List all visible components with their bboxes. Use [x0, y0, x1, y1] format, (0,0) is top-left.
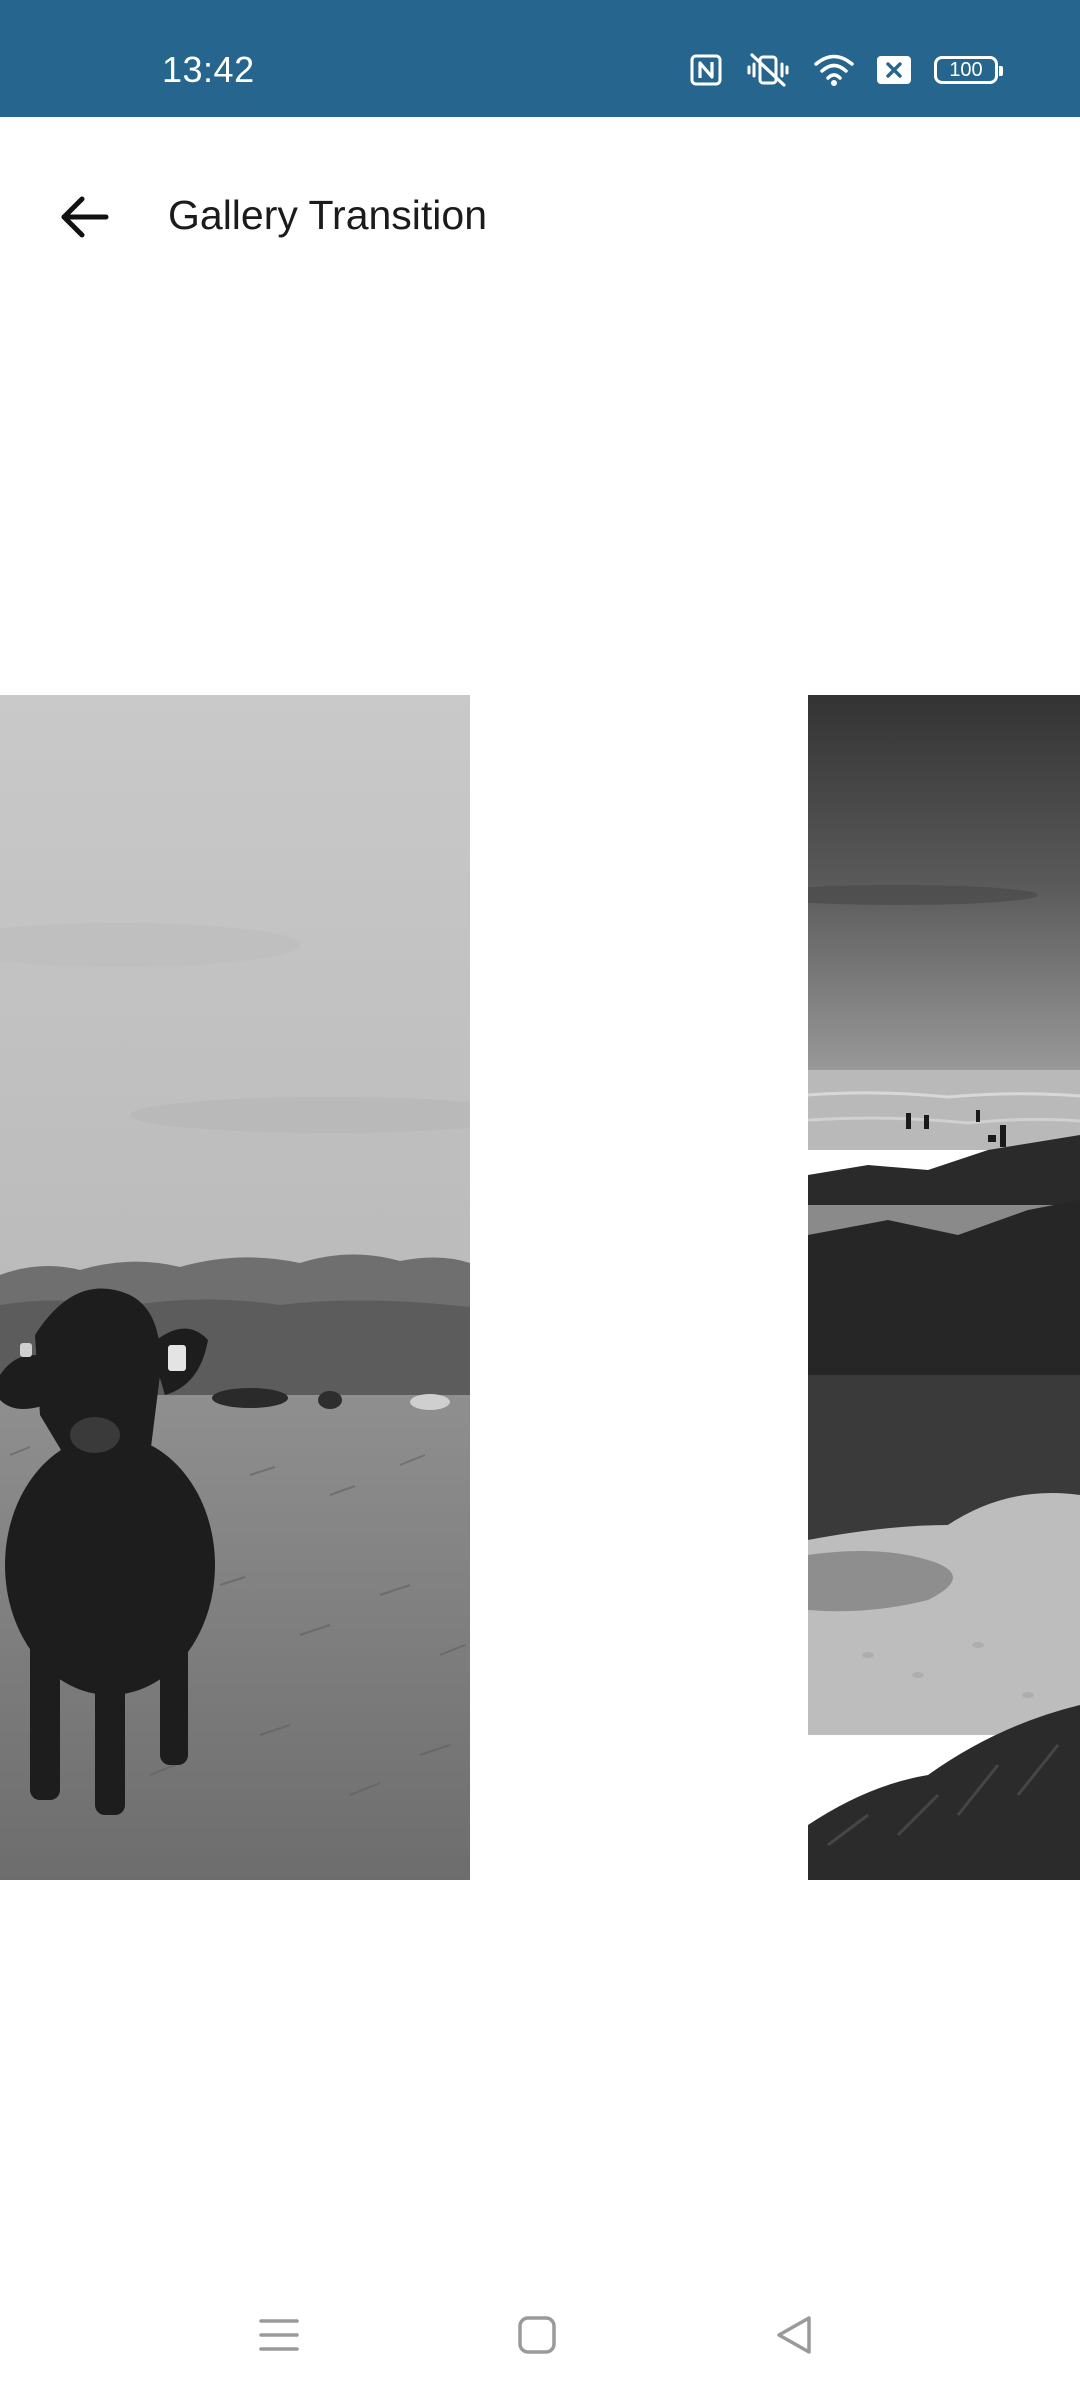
- cow-photo: [0, 695, 470, 1880]
- battery-level: 100: [949, 59, 983, 81]
- page-title: Gallery Transition: [168, 192, 488, 238]
- vibrate-off-icon: [744, 52, 792, 88]
- battery-icon: 100: [934, 56, 1003, 84]
- status-icons: 100: [690, 50, 1003, 90]
- system-nav-bar: [0, 2265, 1080, 2400]
- status-time: 13:42: [162, 49, 255, 90]
- beach-photo: [808, 695, 1080, 1880]
- back-button[interactable]: [40, 173, 128, 261]
- nav-recents-button[interactable]: [239, 2295, 319, 2375]
- nfc-icon: [690, 54, 722, 86]
- gallery-item-cow[interactable]: [0, 695, 470, 1880]
- sim-off-icon: [876, 55, 912, 85]
- nav-back-button[interactable]: [755, 2295, 835, 2375]
- nav-home-button[interactable]: [497, 2295, 577, 2375]
- back-triangle-icon: [777, 2316, 811, 2354]
- gallery-item-beach[interactable]: [808, 695, 1080, 1880]
- menu-icon: [259, 2319, 299, 2351]
- app-bar: Gallery Transition: [0, 117, 1080, 313]
- wifi-icon: [814, 53, 854, 87]
- arrow-back-icon: [61, 196, 109, 238]
- gallery[interactable]: [0, 695, 1080, 1880]
- home-icon: [518, 2316, 556, 2354]
- status-bar: 13:42 100: [0, 0, 1080, 117]
